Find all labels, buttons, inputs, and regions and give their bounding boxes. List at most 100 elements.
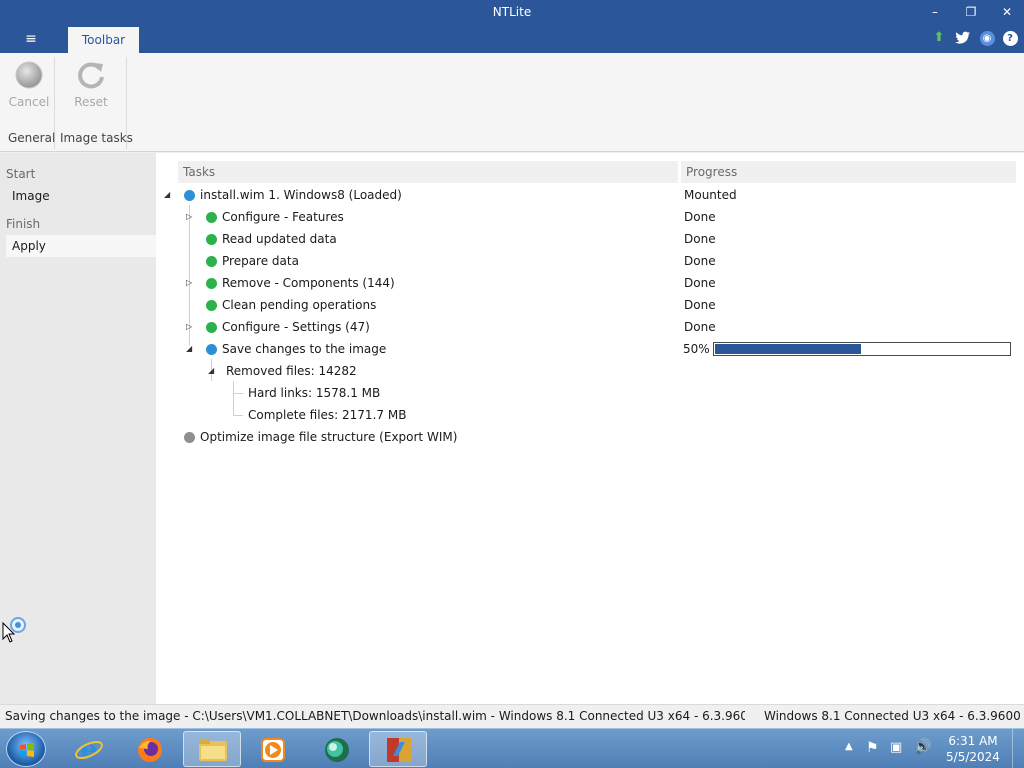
taskbar-internet-explorer[interactable]: e [60,731,118,767]
tree-row[interactable]: Prepare data Done [186,251,1024,271]
column-header-tasks[interactable]: Tasks [178,161,678,183]
discord-icon[interactable]: ◉ [978,28,996,48]
media-player-icon [261,738,285,762]
taskbar-firefox[interactable] [121,731,179,767]
status-text-right: Windows 8.1 Connected U3 x64 - 6.3.9600.… [764,709,1020,723]
task-label: Configure - Features [222,210,344,224]
status-dot-active-icon [206,344,217,355]
task-status: Done [684,320,716,334]
task-status: Done [684,210,716,224]
task-label: Hard links: 1578.1 MB [248,386,381,400]
reset-icon [78,62,104,89]
task-label: Configure - Settings (47) [222,320,370,334]
status-dot-pending-icon [184,432,195,443]
status-bar: Saving changes to the image - C:\Users\V… [0,704,1024,728]
collapse-arrow-icon[interactable]: ◢ [186,339,192,359]
tree-row[interactable]: ▷ Configure - Settings (47) Done [186,317,1024,337]
task-label: Prepare data [222,254,299,268]
restore-button[interactable]: ❐ [954,2,988,22]
taskbar-app[interactable] [308,731,366,767]
ribbon-group-image-tasks: Image tasks [60,131,133,145]
collapse-arrow-icon[interactable]: ◢ [208,361,214,381]
update-icon[interactable]: ⬆ [930,28,948,48]
task-label: Save changes to the image [222,342,387,356]
sidebar-heading-finish: Finish [6,217,41,231]
tree-guide-line [233,415,243,416]
show-desktop-button[interactable] [1012,729,1024,768]
tree-row[interactable]: Clean pending operations Done [186,295,1024,315]
taskbar-ntlite[interactable] [369,731,427,767]
window-title: NTLite [492,5,532,19]
tree-row-removed[interactable]: ◢ Removed files: 14282 [208,361,808,381]
folder-icon [199,739,227,761]
task-status: Done [684,276,716,290]
progress-fill [714,343,862,355]
expand-arrow-icon[interactable]: ▷ [186,207,192,227]
task-label: install.wim 1. Windows8 (Loaded) [200,188,402,202]
ntlite-icon [387,738,411,762]
task-status: Done [684,298,716,312]
tree-row-optimize[interactable]: Optimize image file structure (Export WI… [164,427,1024,447]
sidebar-heading-start: Start [6,167,36,181]
taskbar: e ▲ ⚑ ▣ 🔊 6:31 AM 5/5/2024 [0,728,1024,768]
status-text-left: Saving changes to the image - C:\Users\V… [5,709,745,723]
status-dot-done-icon [206,300,217,311]
sidebar-item-apply[interactable]: Apply [6,235,156,257]
expand-arrow-icon[interactable]: ▷ [186,273,192,293]
task-status: Mounted [684,188,737,202]
tree-row[interactable]: ▷ Configure - Features Done [186,207,1024,227]
status-dot-done-icon [206,234,217,245]
tray-expand-icon[interactable]: ▲ [845,741,853,768]
twitter-icon[interactable] [954,28,972,48]
expand-arrow-icon[interactable]: ▷ [186,317,192,337]
task-status: Done [684,232,716,246]
task-label: Optimize image file structure (Export WI… [200,430,458,444]
tree-guide-line [233,381,234,415]
volume-icon[interactable]: 🔊 [914,739,931,768]
tree-row[interactable]: ▷ Remove - Components (144) Done [186,273,1024,293]
action-center-flag-icon[interactable]: ⚑ [866,740,879,768]
internet-explorer-icon: e [75,735,103,763]
task-label: Clean pending operations [222,298,377,312]
progress-percent: 50% [683,342,710,356]
status-dot-done-icon [206,212,217,223]
tree-row-complete-files[interactable]: Complete files: 2171.7 MB [248,405,748,425]
app-icon [325,738,349,762]
clock-time: 6:31 AM [948,734,998,748]
cancel-label: Cancel [8,95,50,109]
task-label: Removed files: 14282 [226,364,357,378]
tree-row[interactable]: Read updated data Done [186,229,1024,249]
cancel-button[interactable]: Cancel [4,59,54,119]
status-dot-done-icon [206,322,217,333]
busy-cursor-icon [2,617,26,643]
windows-logo-icon [20,743,34,757]
column-header-progress[interactable]: Progress [680,161,1016,183]
tree-row-hard-links[interactable]: Hard links: 1578.1 MB [248,383,748,403]
status-dot-active-icon [184,190,195,201]
reset-button[interactable]: Reset [62,59,120,119]
cancel-icon [15,61,43,89]
save-progress-bar [713,342,1011,356]
minimize-button[interactable]: – [918,2,952,22]
reset-label: Reset [74,95,108,109]
tree-row-root[interactable]: ◢ install.wim 1. Windows8 (Loaded) Mount… [164,185,1024,205]
close-button[interactable]: ✕ [990,2,1024,22]
title-bar: NTLite – ❐ ✕ ≡ Toolbar ⬆ ◉ ? [0,0,1024,53]
taskbar-media-player[interactable] [244,731,302,767]
help-icon[interactable]: ? [1001,28,1019,48]
status-dot-done-icon [206,278,217,289]
firefox-icon [138,738,162,762]
start-button[interactable] [6,731,46,767]
system-clock[interactable]: 6:31 AM 5/5/2024 [940,733,1006,765]
hamburger-menu-icon[interactable]: ≡ [20,31,42,49]
collapse-arrow-icon[interactable]: ◢ [164,185,170,205]
status-dot-done-icon [206,256,217,267]
task-label: Remove - Components (144) [222,276,395,290]
sidebar-item-image[interactable]: Image [6,185,156,207]
task-panel: Tasks Progress ◢ install.wim 1. Windows8… [156,153,1024,704]
network-icon[interactable]: ▣ [890,740,902,768]
tab-toolbar[interactable]: Toolbar [68,27,139,53]
task-label: Read updated data [222,232,337,246]
taskbar-file-explorer[interactable] [183,731,241,767]
tree-guide-line [233,393,243,394]
